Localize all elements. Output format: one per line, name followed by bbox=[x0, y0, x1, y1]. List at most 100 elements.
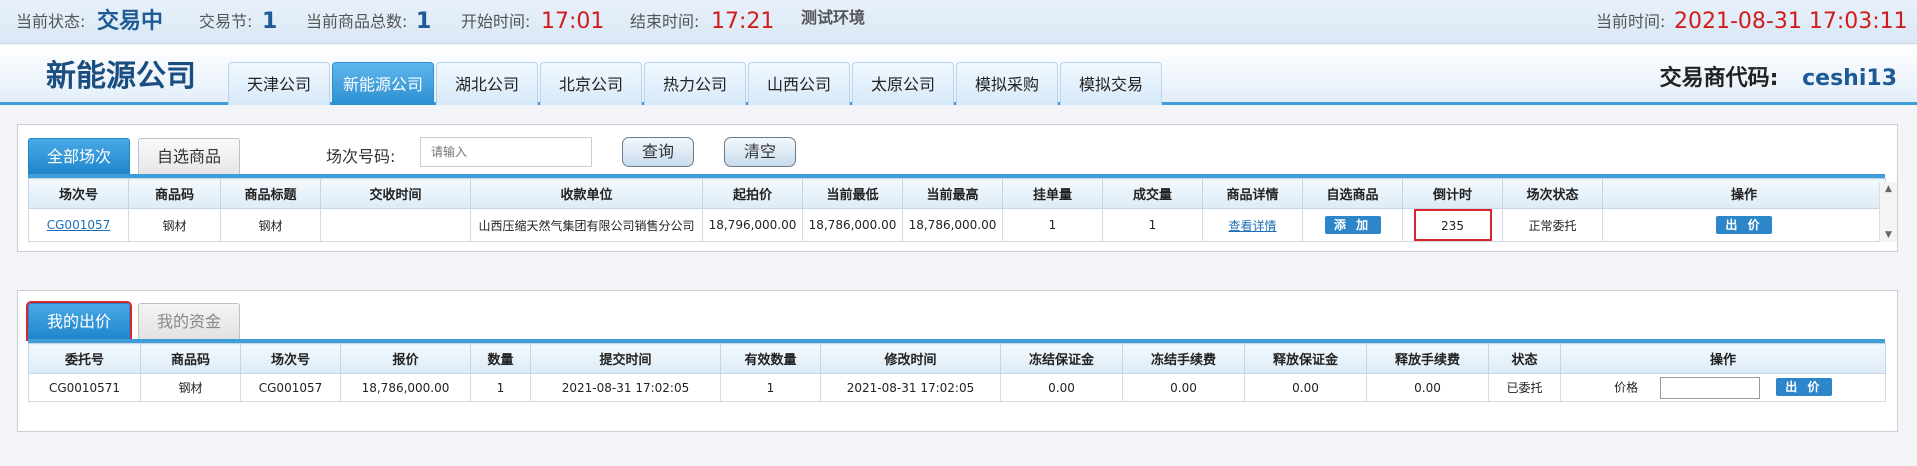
deals-cell: 1 bbox=[1102, 208, 1203, 242]
clear-button[interactable]: 清空 bbox=[724, 137, 796, 167]
state-label: 当前状态: bbox=[16, 12, 86, 31]
col-status: 场次状态 bbox=[1502, 178, 1603, 209]
col-current-low: 当前最低 bbox=[802, 178, 903, 209]
bids-panel: 我的出价 我的资金 委托号 商品码 场次号 报价 数量 提交时间 有效数量 修改… bbox=[17, 290, 1898, 432]
status-cell: 已委托 bbox=[1488, 373, 1561, 402]
tab-taiyuan[interactable]: 太原公司 bbox=[852, 62, 954, 105]
col-product-code: 商品码 bbox=[140, 343, 241, 374]
col-session-no: 场次号 bbox=[240, 343, 341, 374]
price-label: 价格 bbox=[1614, 380, 1639, 394]
query-button[interactable]: 查询 bbox=[622, 137, 694, 167]
end-value: 17:21 bbox=[711, 9, 775, 34]
action-cell: 价格 出 价 bbox=[1560, 373, 1886, 402]
view-detail-link[interactable]: 查看详情 bbox=[1228, 219, 1276, 233]
session-search-input[interactable] bbox=[420, 137, 592, 167]
col-action: 操作 bbox=[1602, 178, 1886, 209]
auction-subtabs: 全部场次 自选商品 bbox=[28, 138, 248, 174]
session-no-link[interactable]: CG001057 bbox=[47, 218, 111, 232]
col-action: 操作 bbox=[1560, 343, 1886, 374]
tab-xinnengyuan[interactable]: 新能源公司 bbox=[332, 62, 434, 105]
company-tabs: 天津公司 新能源公司 湖北公司 北京公司 热力公司 山西公司 太原公司 模拟采购… bbox=[228, 62, 1164, 105]
table-scrollbar[interactable]: ▲ ▼ bbox=[1879, 182, 1897, 242]
orders-cell: 1 bbox=[1002, 208, 1103, 242]
tab-my-funds[interactable]: 我的资金 bbox=[138, 303, 241, 339]
delivery-time-cell bbox=[320, 208, 471, 242]
price-cell: 18,786,000.00 bbox=[340, 373, 471, 402]
release-margin-cell: 0.00 bbox=[1244, 373, 1367, 402]
order-no-cell: CG0010571 bbox=[28, 373, 141, 402]
frozen-margin-cell: 0.00 bbox=[1000, 373, 1123, 402]
tab-hubei[interactable]: 湖北公司 bbox=[436, 62, 538, 105]
tab-shanxi[interactable]: 山西公司 bbox=[748, 62, 850, 105]
bids-header-row: 委托号 商品码 场次号 报价 数量 提交时间 有效数量 修改时间 冻结保证金 冻… bbox=[28, 343, 1886, 374]
col-status: 状态 bbox=[1488, 343, 1561, 374]
col-detail: 商品详情 bbox=[1202, 178, 1303, 209]
start-price-cell: 18,796,000.00 bbox=[702, 208, 803, 242]
tab-mock-trade[interactable]: 模拟交易 bbox=[1060, 62, 1162, 105]
col-favorite: 自选商品 bbox=[1302, 178, 1403, 209]
payee-cell: 山西压缩天然气集团有限公司销售分公司 bbox=[470, 208, 703, 242]
bid-button[interactable]: 出 价 bbox=[1775, 378, 1832, 396]
scroll-up-icon[interactable]: ▲ bbox=[1880, 184, 1897, 194]
col-deals: 成交量 bbox=[1102, 178, 1203, 209]
auction-panel: 全部场次 自选商品 场次号码: 查询 清空 场次号 商品码 商品标题 交收时间 … bbox=[17, 124, 1898, 252]
tab-tianjin[interactable]: 天津公司 bbox=[228, 62, 330, 105]
tab-favorites[interactable]: 自选商品 bbox=[138, 138, 241, 174]
frozen-fee-cell: 0.00 bbox=[1122, 373, 1245, 402]
status-bar: 当前状态: 交易中 交易节: 1 当前商品总数: 1 开始时间: 17:01 结… bbox=[0, 0, 1917, 44]
now-label: 当前时间: bbox=[1596, 12, 1666, 31]
col-session-no: 场次号 bbox=[28, 178, 129, 209]
session-no-cell: CG001057 bbox=[240, 373, 341, 402]
tab-beijing[interactable]: 北京公司 bbox=[540, 62, 642, 105]
product-code-cell: 钢材 bbox=[140, 373, 241, 402]
total-value: 1 bbox=[416, 9, 432, 34]
trader-label: 交易商代码: bbox=[1659, 66, 1779, 91]
col-release-fee: 释放手续费 bbox=[1366, 343, 1489, 374]
col-product-code: 商品码 bbox=[128, 178, 221, 209]
col-price: 报价 bbox=[340, 343, 471, 374]
end-label: 结束时间: bbox=[630, 12, 700, 31]
col-modify-time: 修改时间 bbox=[820, 343, 1001, 374]
header: 新能源公司 天津公司 新能源公司 湖北公司 北京公司 热力公司 山西公司 太原公… bbox=[0, 45, 1917, 105]
bid-button[interactable]: 出 价 bbox=[1716, 216, 1772, 234]
tab-reli[interactable]: 热力公司 bbox=[644, 62, 746, 105]
col-valid-qty: 有效数量 bbox=[720, 343, 821, 374]
col-release-margin: 释放保证金 bbox=[1244, 343, 1367, 374]
session-value: 1 bbox=[262, 9, 278, 34]
add-favorite-button[interactable]: 添 加 bbox=[1324, 216, 1381, 234]
total-label: 当前商品总数: bbox=[306, 12, 408, 31]
tab-all-sessions[interactable]: 全部场次 bbox=[28, 138, 131, 174]
auction-table: 场次号 商品码 商品标题 交收时间 收款单位 起拍价 当前最低 当前最高 挂单量… bbox=[28, 178, 1886, 242]
col-current-high: 当前最高 bbox=[902, 178, 1003, 209]
col-payee: 收款单位 bbox=[470, 178, 703, 209]
product-title-cell: 钢材 bbox=[220, 208, 321, 242]
start-value: 17:01 bbox=[541, 9, 605, 34]
valid-qty-cell: 1 bbox=[720, 373, 821, 402]
col-product-title: 商品标题 bbox=[220, 178, 321, 209]
table-row: CG0010571 钢材 CG001057 18,786,000.00 1 20… bbox=[28, 373, 1886, 402]
bids-table: 委托号 商品码 场次号 报价 数量 提交时间 有效数量 修改时间 冻结保证金 冻… bbox=[28, 343, 1886, 402]
col-start-price: 起拍价 bbox=[702, 178, 803, 209]
search-label: 场次号码: bbox=[326, 147, 396, 166]
tab-my-bids[interactable]: 我的出价 bbox=[25, 301, 133, 341]
col-orders: 挂单量 bbox=[1002, 178, 1103, 209]
scroll-down-icon[interactable]: ▼ bbox=[1880, 230, 1897, 240]
env-label: 测试环境 bbox=[801, 8, 866, 27]
col-delivery-time: 交收时间 bbox=[320, 178, 471, 209]
col-countdown: 倒计时 bbox=[1402, 178, 1503, 209]
table-row: CG001057 钢材 钢材 山西压缩天然气集团有限公司销售分公司 18,796… bbox=[28, 208, 1886, 242]
product-code-cell: 钢材 bbox=[128, 208, 221, 242]
tab-mock-purchase[interactable]: 模拟采购 bbox=[956, 62, 1058, 105]
submit-time-cell: 2021-08-31 17:02:05 bbox=[530, 373, 721, 402]
release-fee-cell: 0.00 bbox=[1366, 373, 1489, 402]
price-input[interactable] bbox=[1660, 376, 1760, 399]
col-submit-time: 提交时间 bbox=[530, 343, 721, 374]
start-label: 开始时间: bbox=[461, 12, 531, 31]
status-cell: 正常委托 bbox=[1502, 208, 1603, 242]
now-value: 2021-08-31 17:03:11 bbox=[1674, 9, 1908, 34]
col-qty: 数量 bbox=[470, 343, 531, 374]
state-value: 交易中 bbox=[97, 9, 164, 34]
session-label: 交易节: bbox=[199, 12, 253, 31]
trader-code: ceshi13 bbox=[1802, 66, 1897, 91]
current-low-cell: 18,786,000.00 bbox=[802, 208, 903, 242]
